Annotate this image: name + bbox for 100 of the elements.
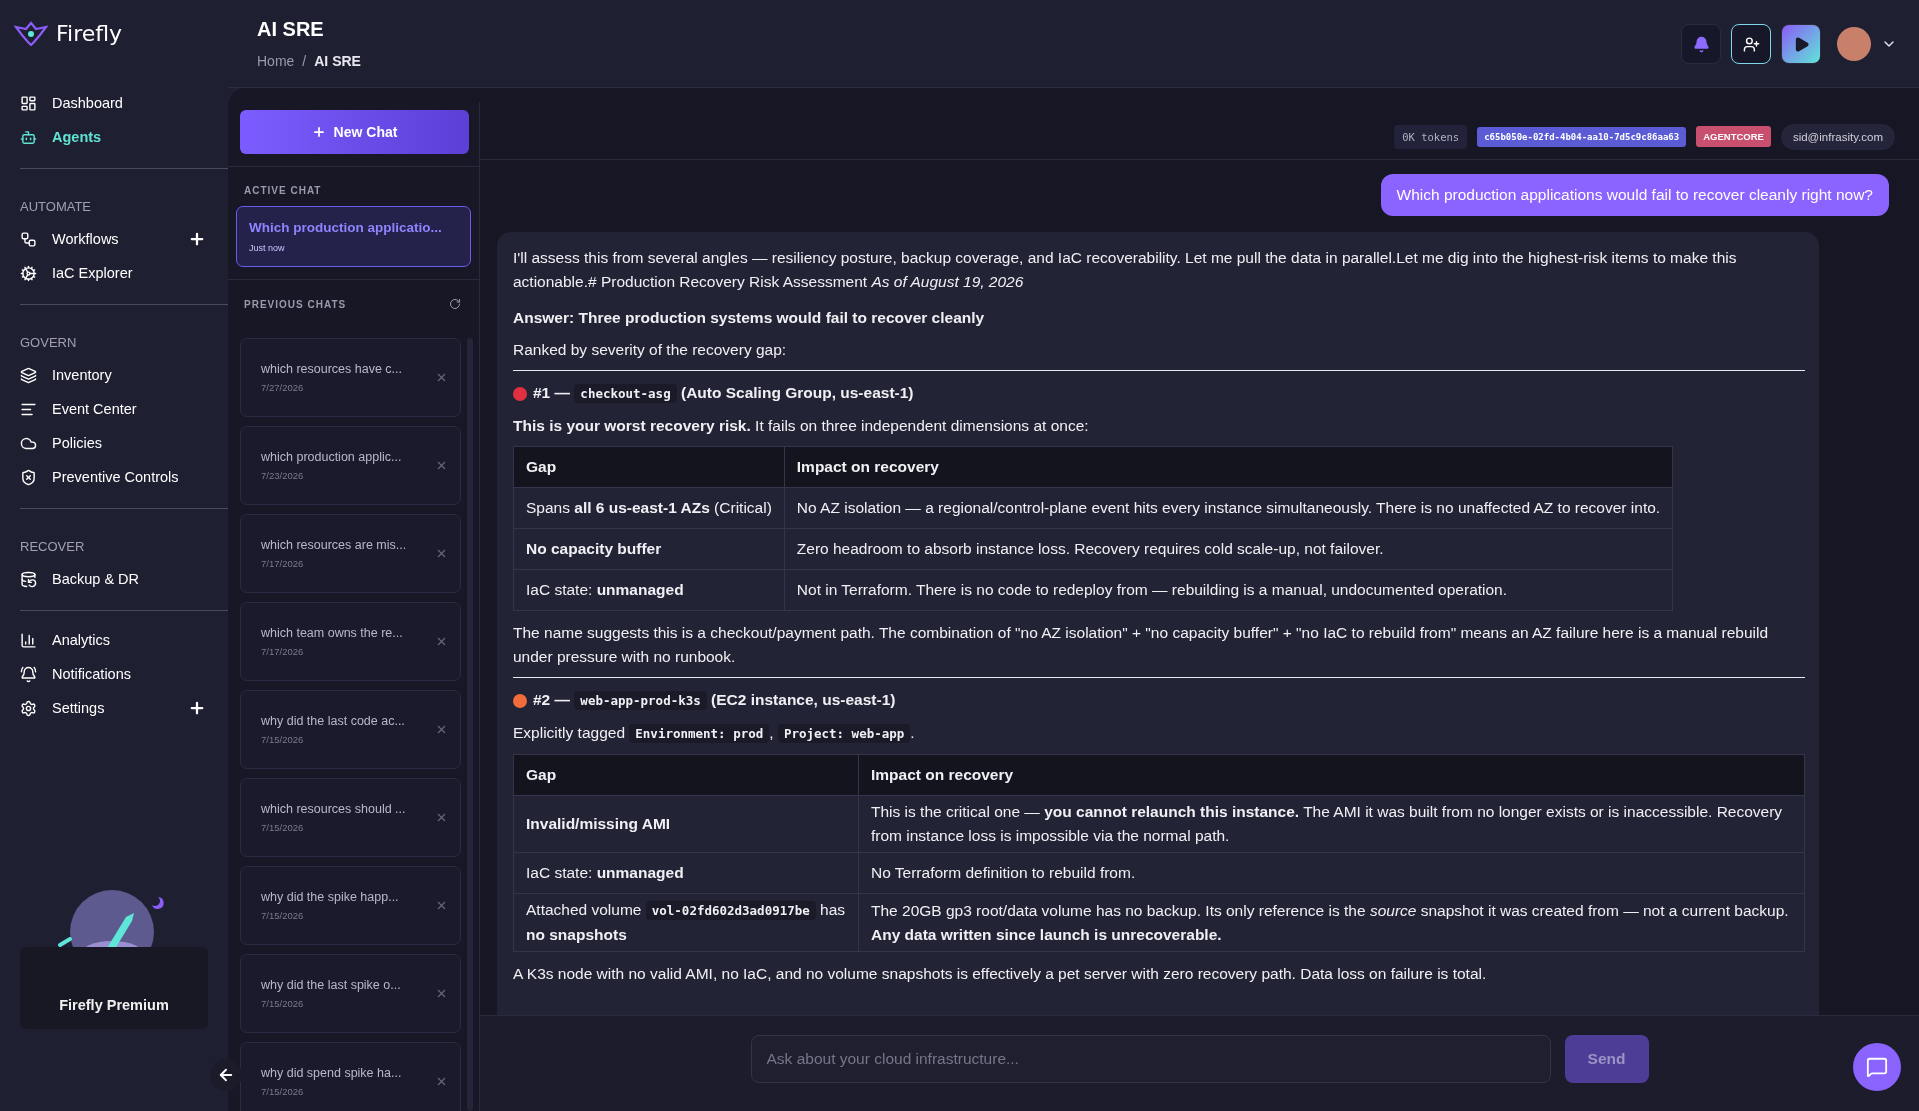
nav-item[interactable]: Backup & DR bbox=[20, 562, 228, 596]
bell-icon bbox=[1692, 35, 1710, 53]
gear-icon bbox=[20, 264, 37, 282]
chat-support-button[interactable] bbox=[1853, 1043, 1901, 1091]
message-paragraph: Ranked by severity of the recovery gap: bbox=[513, 340, 788, 360]
breadcrumb-separator: / bbox=[302, 53, 307, 69]
table-cell: The 20GB gp3 root/data volume has no backup. Its only reference is the source snapshot it was created from — not a current backup. Any data written since launch is unrecoverable. bbox=[858, 893, 1805, 952]
nav-item[interactable]: IaC Explorer bbox=[20, 256, 228, 290]
table-cell: No Terraform definition to rebuild from. bbox=[858, 852, 1805, 894]
close-icon[interactable] bbox=[435, 1075, 448, 1088]
notifications-button[interactable] bbox=[1681, 24, 1721, 64]
refresh-icon[interactable] bbox=[449, 298, 461, 310]
nav-item[interactable]: Policies bbox=[20, 426, 228, 460]
previous-chat-item[interactable]: why did the last spike o... 7/15/2026 bbox=[240, 954, 461, 1033]
bar-chart-icon bbox=[20, 631, 37, 649]
chat-date: 7/15/2026 bbox=[261, 1086, 305, 1097]
chat-date: 7/23/2026 bbox=[261, 470, 305, 481]
close-icon[interactable] bbox=[435, 723, 448, 736]
plus-icon[interactable] bbox=[188, 230, 206, 248]
nav-item[interactable]: Inventory bbox=[20, 358, 228, 392]
chat-title: which production applic... bbox=[261, 450, 403, 464]
active-chat-item[interactable]: Which production applicatio... Just now bbox=[236, 206, 471, 267]
nav-section-heading: AUTOMATE bbox=[20, 198, 93, 216]
table-cell: IaC state: unmanaged bbox=[513, 852, 859, 894]
shield-icon bbox=[20, 468, 37, 486]
previous-chat-item[interactable]: why did the last code ac... 7/15/2026 bbox=[240, 690, 461, 769]
new-chat-button[interactable]: New Chat bbox=[240, 110, 469, 154]
risk-heading: #2 — web-app-prod-k3s (EC2 instance, us-east-1) bbox=[533, 690, 896, 712]
close-icon[interactable] bbox=[435, 371, 448, 384]
chat-date: 7/15/2026 bbox=[261, 822, 305, 833]
nav-item[interactable]: Settings bbox=[20, 691, 228, 725]
previous-chat-item[interactable]: which resources are mis... 7/17/2026 bbox=[240, 514, 461, 593]
nav-item[interactable]: Dashboard bbox=[20, 86, 228, 120]
workflow-icon bbox=[20, 230, 37, 248]
section-label: PREVIOUS CHATS bbox=[244, 298, 347, 310]
session-id-badge: c65b050e-02fd-4b04-aa10-7d5c9c86aa63 bbox=[1477, 126, 1687, 147]
collapse-button[interactable] bbox=[210, 1059, 242, 1091]
nav-item[interactable]: Workflows bbox=[20, 222, 228, 256]
table-cell: Attached volume vol-02fd602d3ad0917be has no snapshots bbox=[513, 893, 859, 952]
user-plus-icon bbox=[1742, 35, 1760, 53]
database-icon bbox=[20, 570, 37, 588]
play-button[interactable] bbox=[1781, 24, 1821, 64]
nav-item[interactable]: Analytics bbox=[20, 623, 228, 657]
close-icon[interactable] bbox=[435, 899, 448, 912]
message-paragraph: This is your worst recovery risk. It fails on three independent dimensions at once: bbox=[513, 416, 1090, 436]
section-label: ACTIVE CHAT bbox=[244, 185, 322, 196]
answer-headline: Answer: Three production systems would fail to recover cleanly bbox=[513, 308, 986, 328]
previous-chat-item[interactable]: which resources should ... 7/15/2026 bbox=[240, 778, 461, 857]
chat-title: why did the last spike o... bbox=[261, 978, 402, 992]
previous-chat-item[interactable]: why did spend spike ha... 7/15/2026 bbox=[240, 1042, 461, 1111]
previous-chat-item[interactable]: which production applic... 7/23/2026 bbox=[240, 426, 461, 505]
chat-title: Which production applicatio... bbox=[249, 220, 443, 235]
chat-title: why did the last code ac... bbox=[261, 714, 406, 728]
nav-item[interactable]: Event Center bbox=[20, 392, 228, 426]
close-icon[interactable] bbox=[435, 987, 448, 1000]
chat-bubble-icon bbox=[1866, 1056, 1888, 1078]
chat-title: which resources are mis... bbox=[261, 538, 408, 552]
agent-badge: AGENTCORE bbox=[1696, 126, 1771, 147]
previous-chat-item[interactable]: why did the spike happ... 7/15/2026 bbox=[240, 866, 461, 945]
chat-time: Just now bbox=[249, 243, 286, 253]
close-icon[interactable] bbox=[435, 635, 448, 648]
previous-chat-item[interactable]: which resources have c... 7/27/2026 bbox=[240, 338, 461, 417]
table-header-cell: Gap bbox=[513, 446, 785, 488]
user-message: Which production applications would fail to recover cleanly right now? bbox=[1380, 174, 1889, 216]
chat-date: 7/27/2026 bbox=[261, 382, 305, 393]
settings-icon bbox=[20, 699, 37, 717]
close-icon[interactable] bbox=[435, 459, 448, 472]
logo-icon bbox=[14, 20, 48, 46]
plus-icon[interactable] bbox=[188, 699, 206, 717]
message-paragraph: I'll assess this from several angles — resiliency posture, backup coverage, and IaC recoverability. Let me pull the data in parallel.Let me dig into the highest-risk items to make this actionable.# Production Recovery Risk Assessment As of August 19, 2026 bbox=[513, 248, 1738, 292]
table-cell: No AZ isolation — a regional/control-plane event hits every instance simultaneously. There is no unaffected AZ to recover into. bbox=[784, 487, 1673, 529]
table-cell: Invalid/missing AMI bbox=[513, 795, 859, 853]
bell-icon bbox=[20, 665, 37, 683]
user-avatar[interactable] bbox=[1837, 27, 1871, 61]
nav-item[interactable]: Notifications bbox=[20, 657, 228, 691]
premium-card[interactable]: Firefly Premium bbox=[20, 947, 208, 1029]
close-icon[interactable] bbox=[435, 547, 448, 560]
chat-date: 7/15/2026 bbox=[261, 910, 305, 921]
page-title: AI SRE bbox=[257, 18, 325, 41]
risk-heading: #1 — checkout-asg (Auto Scaling Group, us-east-1) bbox=[533, 383, 914, 405]
table-header-cell: Gap bbox=[513, 754, 859, 796]
message-paragraph: Explicitly tagged Environment: prod , Project: web-app . bbox=[513, 723, 916, 745]
chat-title: which resources should ... bbox=[261, 802, 407, 816]
table-header-cell: Impact on recovery bbox=[858, 754, 1805, 796]
message-paragraph: A K3s node with no valid AMI, no IaC, and no volume snapshots is effectively a pet server with zero recovery path. Data loss on failure is total. bbox=[513, 964, 1488, 984]
breadcrumb-link[interactable]: Home bbox=[257, 53, 295, 69]
chat-date: 7/17/2026 bbox=[261, 646, 305, 657]
breadcrumb-link[interactable]: AI SRE bbox=[314, 53, 361, 69]
nav-item[interactable]: Preventive Controls bbox=[20, 460, 228, 494]
robot-icon bbox=[20, 128, 37, 146]
dashboard-icon bbox=[20, 94, 37, 112]
layers-icon bbox=[20, 366, 37, 384]
nav-item[interactable]: Agents bbox=[20, 120, 228, 154]
add-user-button[interactable] bbox=[1731, 24, 1771, 64]
table-cell: Zero headroom to absorb instance loss. Recovery requires cold scale-up, not failover. bbox=[784, 528, 1673, 570]
previous-chat-item[interactable]: which team owns the re... 7/17/2026 bbox=[240, 602, 461, 681]
chat-title: which team owns the re... bbox=[261, 626, 404, 640]
close-icon[interactable] bbox=[435, 811, 448, 824]
chat-date: 7/15/2026 bbox=[261, 998, 305, 1009]
table-cell: Not in Terraform. There is no code to redeploy from — rebuilding is a manual, undocumented operation. bbox=[784, 569, 1673, 611]
